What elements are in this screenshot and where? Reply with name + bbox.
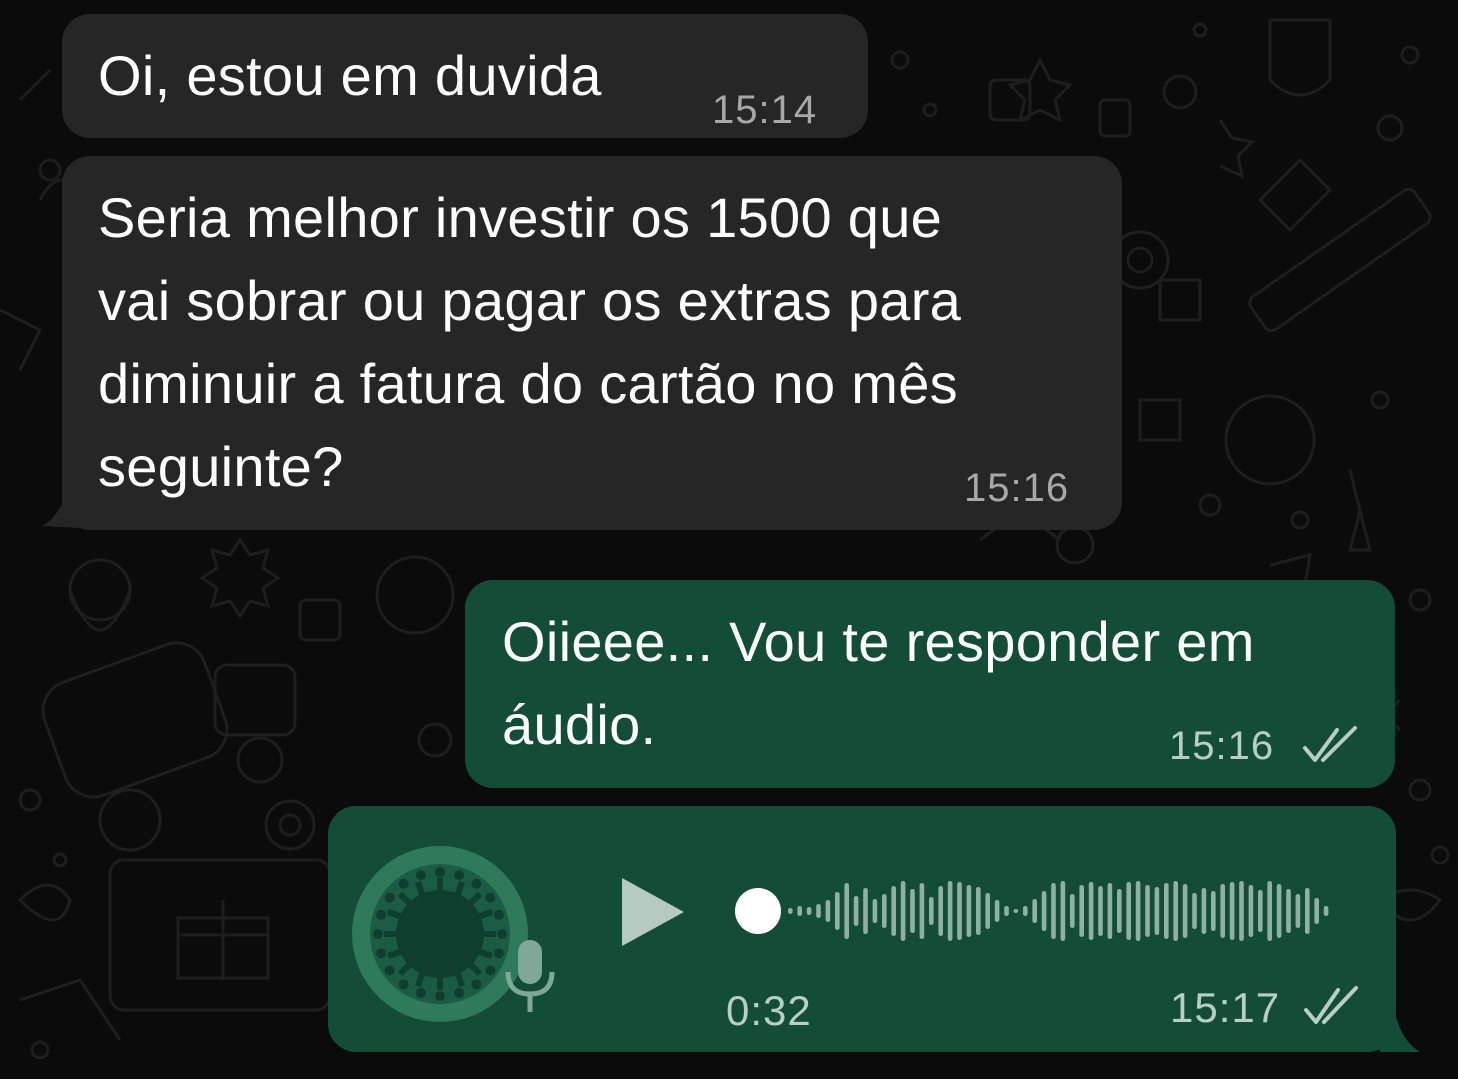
waveform-bar xyxy=(825,900,831,922)
waveform-bar xyxy=(1041,891,1047,931)
waveform-bar xyxy=(1070,894,1075,928)
waveform-bar xyxy=(919,883,925,939)
message-time: 15:14 xyxy=(712,88,818,132)
waveform-bar xyxy=(1201,888,1207,934)
waveform-bar xyxy=(1239,881,1244,941)
waveform-bar xyxy=(1173,881,1178,941)
message-text: Oiieee... Vou te responder em áudio. xyxy=(502,610,1255,756)
waveform-bar xyxy=(1258,890,1263,932)
message-time: 15:16 xyxy=(1169,724,1275,768)
waveform-bar xyxy=(1051,883,1056,939)
microphone-icon xyxy=(505,940,555,1012)
waveform-bar xyxy=(1154,887,1160,935)
waveform-bar xyxy=(957,882,962,940)
message-text: Oi, estou em duvida xyxy=(98,44,602,107)
double-check-icon xyxy=(1304,986,1358,1024)
waveform-bar xyxy=(853,896,859,926)
incoming-message[interactable]: Oi, estou em duvida 15:14 xyxy=(62,14,868,138)
double-check-icon xyxy=(1303,726,1357,762)
voice-duration: 0:32 xyxy=(726,987,812,1034)
message-time: 15:16 xyxy=(964,466,1070,510)
waveform-bar xyxy=(872,899,878,923)
waveform-icon[interactable] xyxy=(730,870,1340,952)
waveform-bar xyxy=(806,907,812,915)
waveform-bar xyxy=(1314,898,1319,924)
waveform-bar xyxy=(882,894,887,928)
message-text: Seria melhor investir os 1500 que vai so… xyxy=(98,186,962,498)
play-icon[interactable] xyxy=(612,872,692,952)
waveform-bar xyxy=(1248,885,1254,937)
waveform-bar xyxy=(947,881,953,941)
waveform-bar xyxy=(985,893,990,929)
waveform-bar xyxy=(1032,899,1037,923)
waveform-bar xyxy=(863,888,868,934)
waveform-bar xyxy=(976,887,981,935)
waveform-bar xyxy=(788,908,793,914)
waveform-bar xyxy=(797,906,802,916)
waveform-bar xyxy=(844,883,849,939)
waveform-bar xyxy=(1229,882,1235,940)
waveform-bar xyxy=(1117,889,1122,933)
waveform-bar xyxy=(1126,882,1131,940)
waveform-bar xyxy=(1164,883,1169,939)
waveform-bar xyxy=(1286,889,1291,933)
waveform-bar xyxy=(835,892,840,930)
waveform-bar xyxy=(1098,886,1103,936)
waveform-bar xyxy=(1079,885,1084,937)
waveform-bar xyxy=(910,889,915,933)
waveform-bar xyxy=(816,904,821,918)
waveform-bar xyxy=(1192,893,1197,929)
waveform-bar xyxy=(1323,906,1329,916)
waveform-bar xyxy=(1004,906,1009,916)
waveform-bar xyxy=(1135,881,1141,941)
waveform-bar xyxy=(1211,891,1216,931)
waveform-bar xyxy=(1088,882,1094,940)
waveform-bar xyxy=(1276,884,1282,938)
waveform-bar xyxy=(938,886,943,936)
waveform-bar xyxy=(1182,884,1188,938)
waveform-bar xyxy=(1220,884,1225,938)
waveform-bar xyxy=(1295,894,1301,928)
waveform-bar xyxy=(966,885,972,937)
outgoing-message[interactable]: Oiieee... Vou te responder em áudio. 15:… xyxy=(465,580,1395,788)
waveform-bar xyxy=(1267,881,1272,941)
waveform-bar xyxy=(994,900,1000,922)
waveform-bar xyxy=(929,897,934,925)
waveform-bar xyxy=(1013,909,1019,913)
incoming-message[interactable]: Seria melhor investir os 1500 que vai so… xyxy=(62,156,1122,530)
waveform-bar xyxy=(900,881,906,941)
waveform-bar xyxy=(1107,883,1113,939)
message-time: 15:17 xyxy=(1170,984,1281,1031)
waveform-bar xyxy=(1145,885,1150,937)
playback-scrubber xyxy=(735,888,781,934)
waveform-bar xyxy=(891,886,896,936)
waveform-bar xyxy=(1060,881,1066,941)
chat-view: Oi, estou em duvida 15:14 Seria melhor i… xyxy=(0,0,1458,1079)
waveform-bar xyxy=(1305,888,1310,934)
waveform-bar xyxy=(1023,906,1028,916)
